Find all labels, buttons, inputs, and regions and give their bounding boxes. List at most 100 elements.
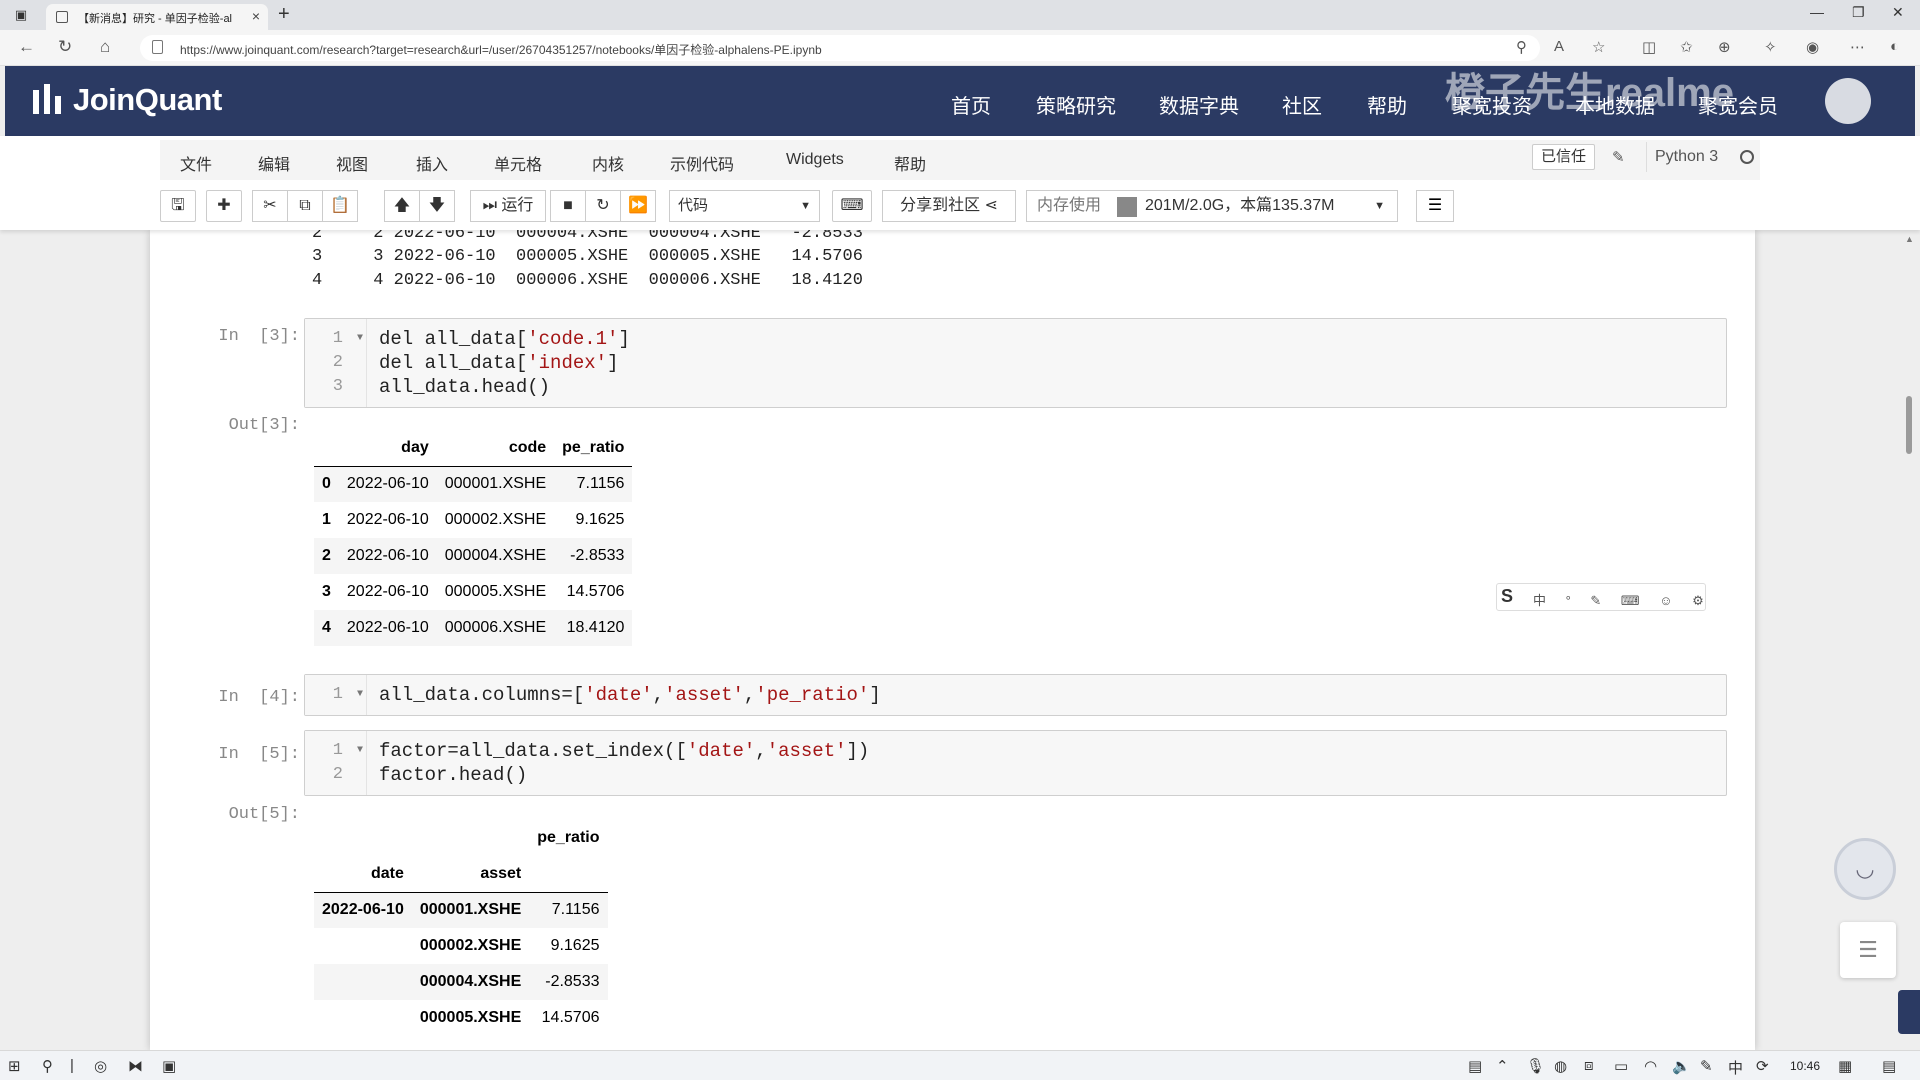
menu-widgets[interactable]: Widgets	[786, 151, 844, 169]
nav-data-dictionary[interactable]: 数据字典	[1159, 90, 1239, 119]
app-icon[interactable]: ▣	[162, 1057, 176, 1075]
site-header: JoinQuant 首页 策略研究 数据字典 社区 帮助 聚宽投资 本地数据 聚…	[5, 66, 1915, 136]
column-header: pe_ratio	[537, 829, 600, 846]
menu-view[interactable]: 视图	[336, 151, 368, 175]
tab-actions-icon[interactable]: ▣	[12, 6, 30, 24]
scrollbar-thumb[interactable]	[1906, 396, 1912, 454]
browser-tab-active[interactable]: 【新消息】研究 - 单因子检验-al ×	[46, 4, 268, 30]
ime-toolbar[interactable]: S 中 ° ✎ ⌨ ☺ ⚙	[1496, 583, 1706, 611]
close-window-icon[interactable]: ✕	[1892, 4, 1904, 21]
command-palette-button[interactable]: ⌨	[832, 190, 872, 222]
pencil-icon[interactable]: ✎	[1612, 148, 1625, 166]
tab-title: 【新消息】研究 - 单因子检验-al	[78, 13, 232, 25]
start-icon[interactable]: ⊞	[8, 1057, 21, 1075]
nav-community[interactable]: 社区	[1282, 90, 1322, 119]
extensions-icon[interactable]: ✧	[1764, 38, 1777, 56]
split-screen-icon[interactable]: ◫	[1642, 38, 1656, 56]
caret-down-icon: ▼	[1374, 200, 1385, 212]
run-all-button[interactable]: ⏩	[620, 190, 656, 222]
table-row: 000002.XSHE 9.1625	[314, 928, 608, 964]
cell-type-select[interactable]: 代码 ▼	[669, 190, 820, 222]
assistant-robot-icon[interactable]: ◡	[1834, 838, 1896, 900]
restart-button[interactable]: ↻	[585, 190, 621, 222]
interrupt-button[interactable]: ■	[550, 190, 586, 222]
memory-bar	[1117, 197, 1137, 217]
memory-usage-indicator[interactable]: 内存使用 201M/2.0G，本篇135.37M ▼	[1026, 190, 1398, 222]
action-center-icon[interactable]: ▤	[1882, 1057, 1896, 1075]
copy-button[interactable]: ⧉	[287, 190, 323, 222]
menu-insert[interactable]: 插入	[416, 151, 448, 175]
zoom-icon[interactable]: ⚲	[1516, 38, 1527, 56]
home-icon[interactable]: ⌂	[100, 37, 110, 57]
notification-icon[interactable]: ▦	[1838, 1057, 1852, 1075]
plus-icon: ✚	[217, 197, 231, 214]
collections-icon[interactable]: ⊕	[1718, 38, 1731, 56]
share-to-community-button[interactable]: 分享到社区 ⋖	[882, 190, 1016, 222]
network-app-icon[interactable]: ◍	[1554, 1057, 1567, 1075]
profile-icon[interactable]: ◉	[1806, 38, 1819, 56]
toc-button[interactable]: ☰	[1416, 190, 1454, 222]
run-button[interactable]: ⏭ 运行	[470, 190, 546, 222]
menu-kernel[interactable]: 内核	[592, 151, 624, 175]
paste-button[interactable]: 📋	[322, 190, 358, 222]
nav-help[interactable]: 帮助	[1367, 90, 1407, 119]
display-icon[interactable]: ⧈	[1584, 1057, 1594, 1074]
menu-help[interactable]: 帮助	[894, 151, 926, 175]
more-options-icon[interactable]: ⋯	[1850, 38, 1865, 56]
new-tab-icon[interactable]: +	[278, 3, 290, 26]
tray-expand-icon[interactable]: ⌃	[1496, 1057, 1509, 1075]
wifi-icon[interactable]: ◠	[1644, 1057, 1657, 1075]
stop-icon: ■	[563, 197, 573, 214]
maximize-icon[interactable]: ❐	[1852, 4, 1865, 21]
read-aloud-icon[interactable]: A	[1554, 38, 1564, 55]
battery-icon[interactable]: ▭	[1614, 1057, 1628, 1075]
volume-icon[interactable]: 🔈	[1672, 1057, 1691, 1075]
move-up-button[interactable]: 🡅	[384, 190, 420, 222]
arrow-up-icon: 🡅	[393, 197, 411, 214]
sync-icon[interactable]: ⟳	[1756, 1057, 1769, 1075]
side-list-icon[interactable]: ☰	[1840, 922, 1896, 978]
column-header: code	[436, 430, 555, 467]
table-row: 4 2022-06-10 000006.XSHE 18.4120	[314, 610, 633, 646]
code-cell[interactable]: 1 ▼ all_data.columns=['date','asset','pe_r…	[304, 674, 1727, 716]
search-icon[interactable]: ⚲	[42, 1057, 53, 1075]
joinquant-logo[interactable]: JoinQuant	[33, 82, 222, 118]
favorite-icon[interactable]: ☆	[1592, 38, 1605, 56]
nav-strategy-research[interactable]: 策略研究	[1036, 90, 1116, 119]
menu-file[interactable]: 文件	[180, 151, 212, 175]
vscode-icon[interactable]: ⧓	[128, 1057, 143, 1075]
favorites-list-icon[interactable]: ✩	[1680, 38, 1693, 56]
menu-examples[interactable]: 示例代码	[670, 151, 734, 175]
trusted-badge[interactable]: 已信任	[1532, 144, 1596, 170]
notebook-scroll-area[interactable]: 2 2 2022-06-10 000004.XSHE 000004.XSHE -…	[0, 230, 1920, 1050]
ime-tool-icons[interactable]: 中 ° ✎ ⌨ ☺ ⚙	[1533, 590, 1712, 609]
save-button[interactable]: 🖫	[160, 190, 196, 222]
scissors-icon: ✂	[263, 197, 277, 214]
side-drawer-tab[interactable]	[1898, 990, 1920, 1034]
tray-app-icon[interactable]: ▤	[1468, 1057, 1482, 1075]
edge-copilot-icon[interactable]: ◐	[1890, 38, 1899, 55]
input-prompt: In [4]:	[218, 688, 300, 707]
move-down-button[interactable]: 🡇	[419, 190, 455, 222]
cut-button[interactable]: ✂	[252, 190, 288, 222]
pen-icon[interactable]: ✎	[1700, 1057, 1713, 1075]
insert-cell-button[interactable]: ✚	[206, 190, 242, 222]
microphone-icon[interactable]: 🎙	[1526, 1057, 1545, 1075]
logo-bars-icon	[33, 84, 67, 114]
avatar[interactable]	[1825, 78, 1871, 124]
ime-mode-icon[interactable]: 中	[1728, 1057, 1743, 1078]
menu-edit[interactable]: 编辑	[258, 151, 290, 175]
minimize-icon[interactable]: —	[1810, 4, 1824, 20]
clock[interactable]: 10:46	[1790, 1059, 1820, 1073]
copy-icon: ⧉	[299, 197, 311, 214]
scroll-up-arrow-icon[interactable]: ▲	[1905, 234, 1914, 244]
code-cell[interactable]: 1 ▼ del all_data['code.1'] 2 del all_data['…	[304, 318, 1727, 408]
nav-home[interactable]: 首页	[951, 90, 991, 119]
reload-icon[interactable]: ↻	[58, 37, 72, 57]
back-icon[interactable]: ←	[18, 37, 35, 57]
code-cell[interactable]: 1 ▼ factor=all_data.set_index(['date','ass…	[304, 730, 1727, 796]
menu-cell[interactable]: 单元格	[494, 151, 542, 175]
close-tab-icon[interactable]: ×	[252, 8, 260, 24]
edge-browser-icon[interactable]: ◎	[94, 1057, 107, 1075]
address-bar[interactable]: https://www.joinquant.com/research?targe…	[140, 35, 1540, 61]
